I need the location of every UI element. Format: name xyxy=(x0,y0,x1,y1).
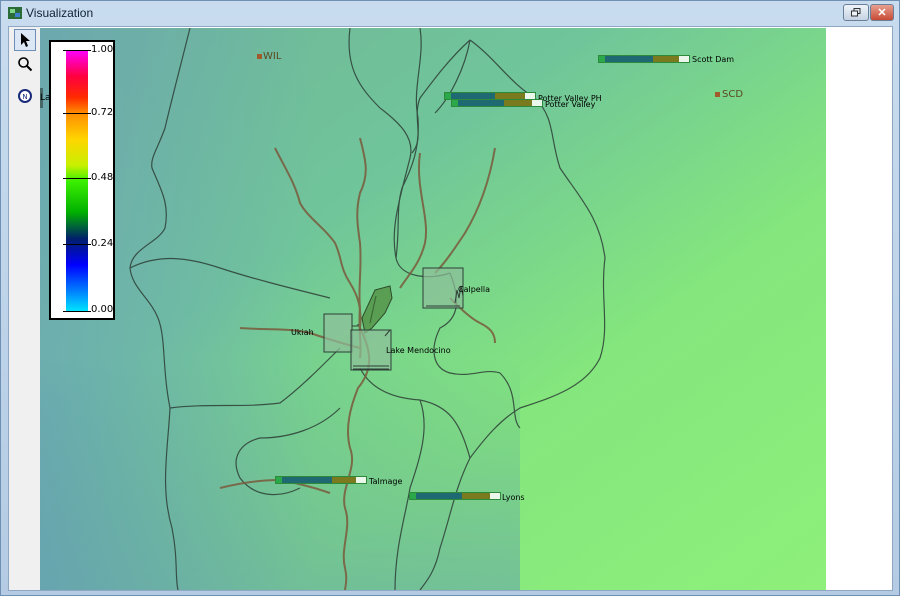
tool-palette: N xyxy=(9,27,40,590)
title-bar[interactable]: Visualization ✕ xyxy=(1,1,899,25)
visualization-window: Visualization ✕ N WIL SCD Scott Dam Pott… xyxy=(0,0,900,596)
label-calpella: Calpella xyxy=(458,285,491,294)
timeseries-bar-potter-valley[interactable] xyxy=(451,99,543,107)
label-lake-mendocino: Lake Mendocino xyxy=(386,346,451,355)
close-button[interactable]: ✕ xyxy=(870,4,894,21)
pointer-arrow-icon xyxy=(21,33,30,47)
compass-tool[interactable]: N xyxy=(14,85,36,107)
legend-tick-3 xyxy=(63,178,91,179)
timeseries-bar-talmage[interactable] xyxy=(275,476,367,484)
close-icon: ✕ xyxy=(877,7,887,19)
timeseries-bar-lyons[interactable] xyxy=(409,492,501,500)
label-talmage: Talmage xyxy=(369,477,403,486)
svg-text:N: N xyxy=(22,93,27,101)
zoom-tool[interactable] xyxy=(14,53,36,75)
legend-tick-5 xyxy=(63,311,91,312)
window-title: Visualization xyxy=(26,6,94,20)
legend-tick-label-4: 0.24 xyxy=(91,238,114,249)
client-area: N WIL SCD Scott Dam Potter Valley PH Pot… xyxy=(8,26,893,591)
label-lyons: Lyons xyxy=(502,493,525,502)
restore-button[interactable] xyxy=(843,4,869,21)
legend-tick-label-5: 0.00 xyxy=(91,304,114,315)
site-marker-wil xyxy=(257,54,262,59)
label-ukiah: Ukiah xyxy=(291,328,314,337)
legend-tick-label-2: 0.72 xyxy=(91,107,114,118)
select-tool[interactable] xyxy=(14,29,36,51)
app-icon xyxy=(8,7,22,19)
legend-tick-1 xyxy=(63,50,91,51)
map-canvas[interactable]: WIL SCD Scott Dam Potter Valley PH Potte… xyxy=(40,28,826,590)
site-marker-scd xyxy=(715,92,720,97)
legend-tick-4 xyxy=(63,244,91,245)
legend-color-ramp xyxy=(66,50,88,312)
site-label-scd: SCD xyxy=(722,89,744,100)
label-potter-valley: Potter Valley xyxy=(545,100,596,109)
legend-tick-2 xyxy=(63,113,91,114)
map-surface xyxy=(40,28,826,590)
restore-icon xyxy=(851,8,861,17)
color-legend: 1.00 0.72 0.48 0.24 0.00 xyxy=(49,40,115,320)
site-label-wil: WIL xyxy=(263,51,282,62)
north-compass-icon: N xyxy=(18,89,32,103)
legend-tick-label-3: 0.48 xyxy=(91,172,114,183)
magnifier-icon xyxy=(18,57,33,72)
legend-tick-label-1: 1.00 xyxy=(91,44,114,55)
label-scott-dam: Scott Dam xyxy=(692,55,735,64)
timeseries-bar-scott-dam[interactable] xyxy=(598,55,690,63)
